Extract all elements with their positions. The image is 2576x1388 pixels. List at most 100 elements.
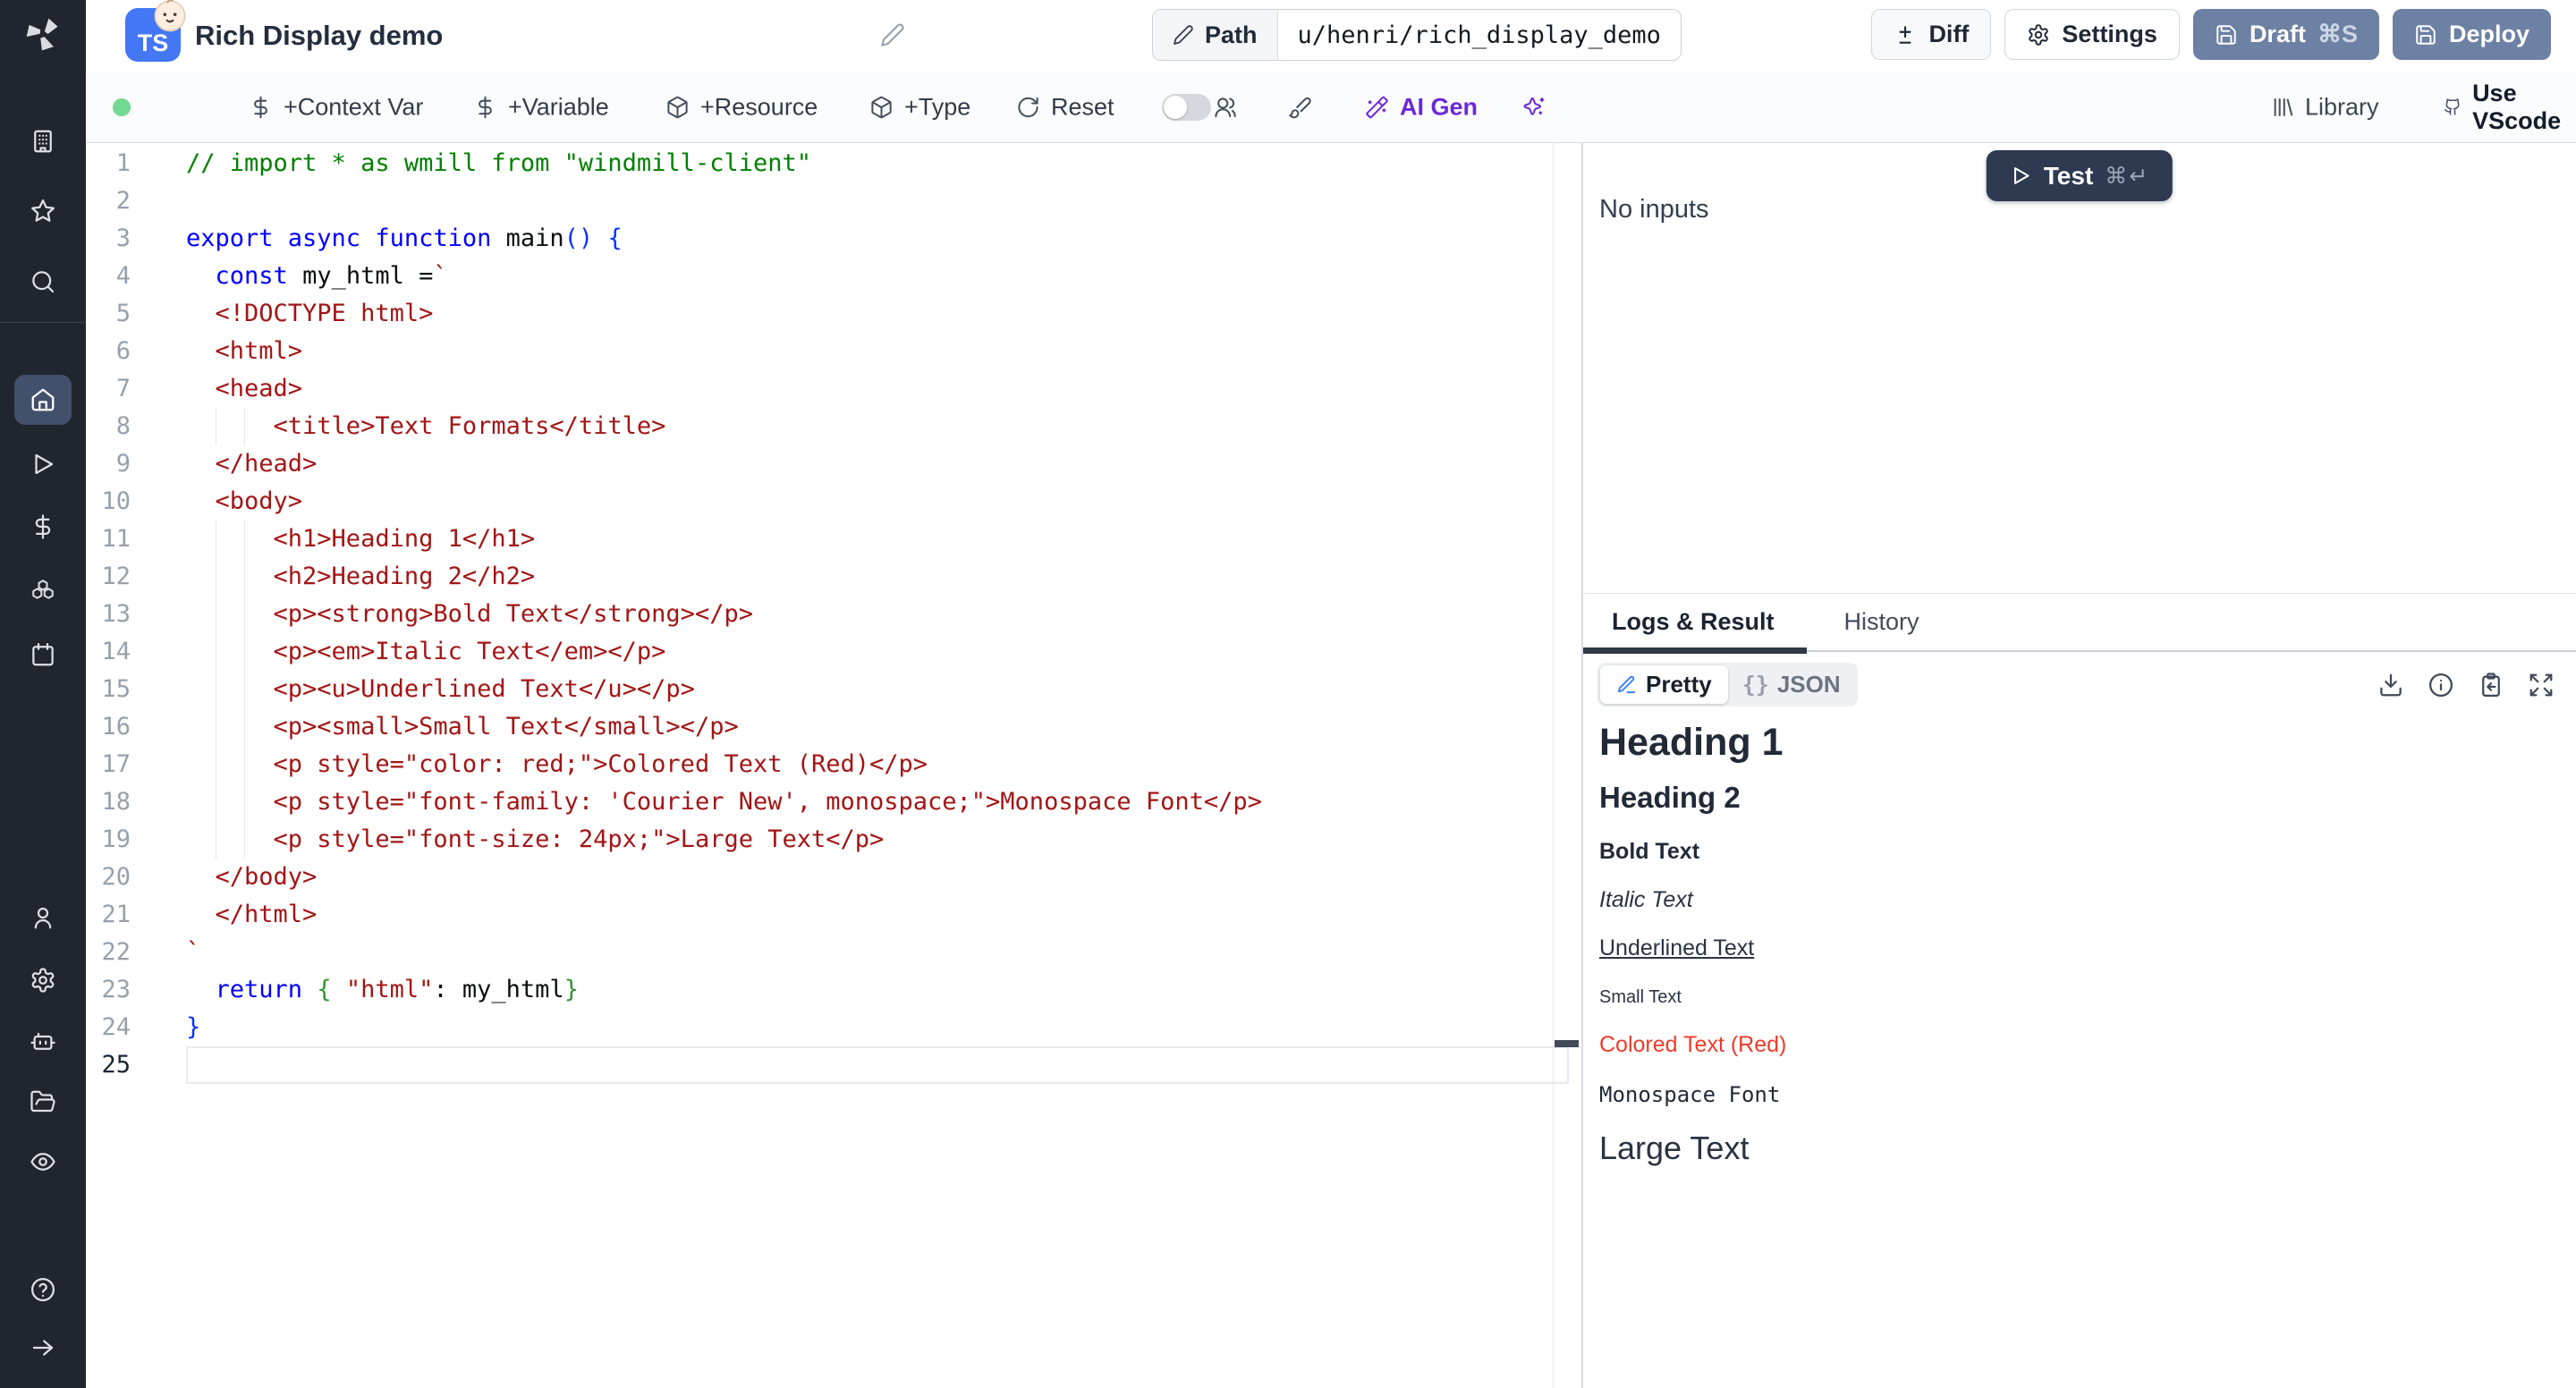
line-text[interactable]: <p style="font-family: 'Courier New', mo… xyxy=(186,783,1569,821)
path-value[interactable]: u/henri/rich_display_demo xyxy=(1278,10,1681,60)
line-text[interactable] xyxy=(186,182,1569,220)
line-text[interactable] xyxy=(186,1046,1569,1084)
code-line[interactable]: 16 <p><small>Small Text</small></p> xyxy=(86,708,1569,746)
code-line[interactable]: 11 <h1>Heading 1</h1> xyxy=(86,520,1569,558)
ai-gen-button[interactable]: AI Gen xyxy=(1365,93,1478,121)
edit-path-button[interactable]: Path xyxy=(1153,10,1278,60)
tab-history[interactable]: History xyxy=(1821,594,1943,650)
expand-sidebar-arrow-icon[interactable] xyxy=(30,1334,56,1361)
sidebar-item-user-icon[interactable] xyxy=(30,904,56,931)
code-line[interactable]: 12 <h2>Heading 2</h2> xyxy=(86,558,1569,596)
info-icon[interactable] xyxy=(2428,672,2454,698)
code-line[interactable]: 21 </html> xyxy=(86,896,1569,934)
line-text[interactable]: <body> xyxy=(186,483,1569,520)
code-line[interactable]: 5 <!DOCTYPE html> xyxy=(86,295,1569,333)
code-line[interactable]: 8 <title>Text Formats</title> xyxy=(86,408,1569,445)
line-text[interactable]: <head> xyxy=(186,370,1569,408)
code-line[interactable]: 22` xyxy=(86,934,1569,971)
add-resource-button[interactable]: +Resource xyxy=(665,93,818,121)
code-line[interactable]: 7 <head> xyxy=(86,370,1569,408)
line-text[interactable]: <!DOCTYPE html> xyxy=(186,295,1569,333)
code-line[interactable]: 20 </body> xyxy=(86,859,1569,896)
line-text[interactable]: <h1>Heading 1</h1> xyxy=(186,520,1569,558)
code-line[interactable]: 24} xyxy=(86,1009,1569,1046)
code-line[interactable]: 6 <html> xyxy=(86,333,1569,370)
code-line[interactable]: 15 <p><u>Underlined Text</u></p> xyxy=(86,671,1569,708)
sidebar-item-audit-eye-icon[interactable] xyxy=(30,1148,56,1175)
workspace-building-icon[interactable] xyxy=(30,128,56,155)
sidebar-item-folders-icon[interactable] xyxy=(30,1088,56,1115)
line-text[interactable]: <p style="color: red;">Colored Text (Red… xyxy=(186,746,1569,783)
expand-icon[interactable] xyxy=(2528,672,2555,698)
use-vscode-button[interactable]: Use VScode xyxy=(2444,80,2576,135)
sidebar-item-runs-play-icon[interactable] xyxy=(30,451,56,478)
library-button[interactable]: Library xyxy=(2270,93,2379,121)
deploy-button[interactable]: Deploy xyxy=(2393,9,2551,60)
sidebar-item-resources-cubes-icon[interactable] xyxy=(30,578,56,605)
edit-summary-pencil-icon[interactable] xyxy=(880,22,905,47)
line-text[interactable]: </body> xyxy=(186,859,1569,896)
sidebar-item-workers-robot-icon[interactable] xyxy=(30,1028,56,1054)
code-token: <p><small>Small Text</small></p> xyxy=(186,713,739,741)
add-type-label: +Type xyxy=(904,93,970,121)
sparkles-icon[interactable] xyxy=(1522,95,1546,119)
line-text[interactable]: ` xyxy=(186,934,1569,971)
code-line[interactable]: 17 <p style="color: red;">Colored Text (… xyxy=(86,746,1569,783)
line-text[interactable]: } xyxy=(186,1009,1569,1046)
diff-button[interactable]: Diff xyxy=(1871,9,1991,60)
results-section: Logs & Result History Pretty {} JSON xyxy=(1583,594,2576,1388)
download-icon[interactable] xyxy=(2377,672,2404,698)
code-line[interactable]: 3export async function main() { xyxy=(86,220,1569,258)
line-text[interactable]: <p><strong>Bold Text</strong></p> xyxy=(186,596,1569,633)
favorites-star-icon[interactable] xyxy=(30,198,56,224)
sidebar-item-schedules-calendar-icon[interactable] xyxy=(30,641,56,668)
help-icon[interactable] xyxy=(30,1276,56,1303)
line-text[interactable]: <title>Text Formats</title> xyxy=(186,408,1569,445)
code-line[interactable]: 1// import * as wmill from "windmill-cli… xyxy=(86,145,1569,182)
code-line[interactable]: 18 <p style="font-family: 'Courier New',… xyxy=(86,783,1569,821)
line-text[interactable]: <html> xyxy=(186,333,1569,370)
line-text[interactable]: <h2>Heading 2</h2> xyxy=(186,558,1569,596)
code-line[interactable]: 19 <p style="font-size: 24px;">Large Tex… xyxy=(86,821,1569,859)
line-text[interactable]: <p><u>Underlined Text</u></p> xyxy=(186,671,1569,708)
json-view-button[interactable]: {} JSON xyxy=(1728,665,1855,704)
settings-button[interactable]: Settings xyxy=(2004,9,2180,60)
line-text[interactable]: <p><em>Italic Text</em></p> xyxy=(186,633,1569,671)
format-brush-icon[interactable] xyxy=(1288,95,1312,119)
line-text[interactable]: <p><small>Small Text</small></p> xyxy=(186,708,1569,746)
line-text[interactable]: return { "html": my_html} xyxy=(186,971,1569,1009)
toggle-off[interactable] xyxy=(1162,94,1211,121)
code-line[interactable]: 13 <p><strong>Bold Text</strong></p> xyxy=(86,596,1569,633)
line-text[interactable]: <p style="font-size: 24px;">Large Text</… xyxy=(186,821,1569,859)
add-type-button[interactable]: +Type xyxy=(869,93,970,121)
add-context-var-button[interactable]: +Context Var xyxy=(249,93,423,121)
line-text[interactable]: export async function main() { xyxy=(186,220,1569,258)
tab-logs-result[interactable]: Logs & Result xyxy=(1583,594,1807,650)
code-line[interactable]: 9 </head> xyxy=(86,445,1569,483)
reset-button[interactable]: Reset xyxy=(1016,93,1114,121)
sidebar-item-variables-dollar-icon[interactable] xyxy=(30,513,56,540)
code-line[interactable]: 4 const my_html =` xyxy=(86,258,1569,295)
line-text[interactable]: // import * as wmill from "windmill-clie… xyxy=(186,145,1569,182)
add-variable-button[interactable]: +Variable xyxy=(473,93,609,121)
windmill-logo-icon[interactable] xyxy=(23,14,63,54)
code-line[interactable]: 10 <body> xyxy=(86,483,1569,520)
diff-mode-toggle[interactable] xyxy=(1162,94,1211,121)
line-text[interactable]: </head> xyxy=(186,445,1569,483)
test-button[interactable]: Test ⌘↵ xyxy=(1987,150,2173,201)
code-line[interactable]: 23 return { "html": my_html} xyxy=(86,971,1569,1009)
code-line[interactable]: 25 xyxy=(86,1046,1569,1084)
code-editor[interactable]: 1// import * as wmill from "windmill-cli… xyxy=(86,143,1581,1388)
sidebar-item-settings-gear-icon[interactable] xyxy=(30,967,56,994)
collaborators-users-icon[interactable] xyxy=(1213,95,1237,119)
pretty-view-button[interactable]: Pretty xyxy=(1600,665,1728,704)
line-text[interactable]: </html> xyxy=(186,896,1569,934)
draft-button[interactable]: Draft ⌘S xyxy=(2193,9,2379,60)
code-line[interactable]: 2 xyxy=(86,182,1569,220)
sidebar-item-home[interactable] xyxy=(14,375,72,425)
editor-scrollbar-track[interactable] xyxy=(1553,143,1554,1388)
code-line[interactable]: 14 <p><em>Italic Text</em></p> xyxy=(86,633,1569,671)
search-icon[interactable] xyxy=(30,268,56,295)
copy-result-clipboard-icon[interactable] xyxy=(2478,672,2504,698)
line-text[interactable]: const my_html =` xyxy=(186,258,1569,295)
